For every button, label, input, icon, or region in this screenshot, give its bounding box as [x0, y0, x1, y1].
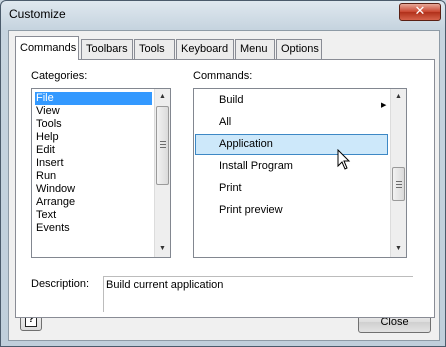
grip-icon	[396, 181, 402, 182]
scroll-thumb[interactable]	[392, 167, 405, 201]
list-item[interactable]: Print preview	[195, 200, 388, 221]
commands-tab-panel: Categories: Commands: File View Tools He…	[15, 59, 435, 318]
list-item[interactable]: Window	[35, 183, 155, 196]
customize-dialog: Customize ✕ Commands Toolbars Tools Keyb…	[0, 0, 446, 347]
title-bar[interactable]: Customize ✕	[1, 1, 445, 29]
list-item[interactable]: View	[35, 105, 155, 118]
list-item[interactable]: Insert	[35, 157, 155, 170]
tab-label: Tools	[139, 43, 165, 55]
close-icon: ✕	[414, 4, 426, 19]
scroll-up-arrow-icon[interactable]: ▲	[391, 89, 406, 105]
categories-label: Categories:	[31, 70, 88, 82]
description-label: Description:	[31, 278, 90, 290]
tab-label: Toolbars	[86, 43, 128, 55]
tab-label: Menu	[240, 43, 268, 55]
grip-icon	[396, 184, 402, 185]
command-label: Build	[219, 94, 244, 106]
tab-commands[interactable]: Commands	[15, 36, 79, 60]
tab-options[interactable]: Options	[276, 39, 322, 59]
dialog-client-area: Commands Toolbars Tools Keyboard Menu Op…	[8, 30, 440, 341]
window-title: Customize	[9, 7, 66, 21]
list-item[interactable]: Run	[35, 170, 155, 183]
window-close-button[interactable]: ✕	[399, 3, 441, 21]
list-item[interactable]: Print	[195, 178, 388, 199]
tab-menu[interactable]: Menu	[235, 39, 275, 59]
commands-label: Commands:	[193, 70, 253, 82]
tab-label: Options	[281, 43, 319, 55]
list-item[interactable]: Text	[35, 209, 155, 222]
tab-tools[interactable]: Tools	[134, 39, 175, 59]
scroll-down-arrow-icon[interactable]: ▼	[391, 241, 406, 257]
tab-toolbars[interactable]: Toolbars	[81, 39, 133, 59]
list-item[interactable]: Tools	[35, 118, 155, 131]
list-item[interactable]: File	[35, 92, 152, 105]
scroll-down-arrow-icon[interactable]: ▼	[155, 241, 170, 257]
tab-keyboard[interactable]: Keyboard	[176, 39, 234, 59]
list-item[interactable]: Edit	[35, 144, 155, 157]
list-item[interactable]: Build ▶	[195, 90, 388, 111]
description-box: Build current application	[103, 276, 413, 312]
list-item[interactable]: Install Program	[195, 156, 388, 177]
commands-listbox[interactable]: Build ▶ All Application Install Program …	[193, 88, 407, 258]
grip-icon	[396, 187, 402, 188]
tab-label: Keyboard	[181, 43, 229, 55]
commands-scrollbar[interactable]: ▲ ▼	[390, 89, 406, 257]
list-item[interactable]: Events	[35, 222, 155, 231]
list-item[interactable]: Help	[35, 131, 155, 144]
scroll-up-arrow-icon[interactable]: ▲	[155, 89, 170, 105]
grip-icon	[160, 144, 166, 145]
grip-icon	[160, 147, 166, 148]
description-text: Build current application	[106, 279, 224, 291]
tab-label: Commands	[20, 42, 77, 54]
grip-icon	[160, 141, 166, 142]
list-item[interactable]: All	[195, 112, 388, 133]
mouse-cursor-icon	[337, 149, 351, 170]
list-item[interactable]: Application	[195, 134, 388, 155]
categories-scrollbar[interactable]: ▲ ▼	[154, 89, 170, 257]
categories-listbox[interactable]: File View Tools Help Edit Insert Run Win…	[31, 88, 171, 258]
scroll-thumb[interactable]	[156, 106, 169, 185]
list-item[interactable]: Arrange	[35, 196, 155, 209]
